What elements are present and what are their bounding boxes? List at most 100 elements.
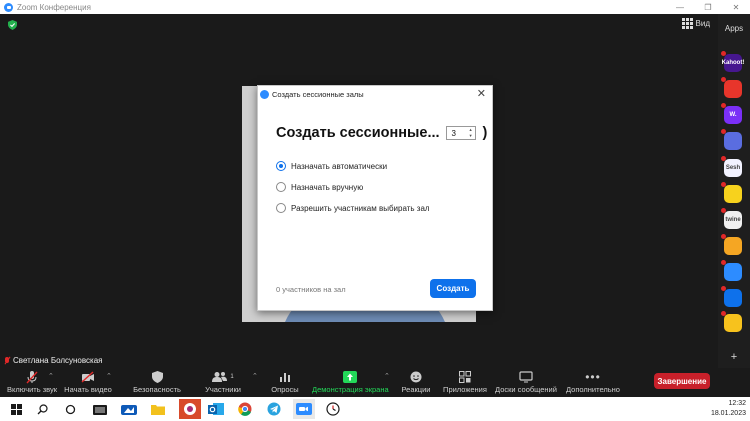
apps-toolbar-button[interactable]: Приложения <box>440 370 490 394</box>
notification-dot-icon <box>721 260 726 265</box>
share-screen-icon <box>343 371 357 383</box>
whiteboard-icon <box>519 371 533 383</box>
notification-dot-icon <box>721 51 726 56</box>
reactions-label: Реакции <box>401 385 431 394</box>
audio-options-chevron-up-icon[interactable]: ⌃ <box>48 372 54 380</box>
photos-app-icon[interactable] <box>121 401 137 417</box>
view-label: Вид <box>695 19 710 28</box>
radio-auto-assign[interactable] <box>276 161 286 171</box>
window-controls: — ❐ ✕ <box>666 0 750 14</box>
yandex-music-icon[interactable] <box>179 399 201 419</box>
taskbar-search-icon[interactable] <box>34 401 50 417</box>
telegram-icon[interactable] <box>266 401 282 417</box>
view-button[interactable]: Вид <box>681 18 710 29</box>
windows-taskbar: 12:32 18.01.2023 <box>0 397 750 421</box>
start-video-label: Начать видео <box>64 385 112 394</box>
share-screen-label: Демонстрация экрана <box>312 385 389 394</box>
whiteboards-button[interactable]: Доски сообщений <box>494 370 558 394</box>
notification-dot-icon <box>721 182 726 187</box>
end-meeting-button[interactable]: Завершение <box>654 373 710 389</box>
shield-check-icon[interactable] <box>8 20 17 30</box>
app-label: twine <box>725 217 741 223</box>
option-manual-assign-label: Назначать вручную <box>291 182 364 192</box>
create-rooms-button[interactable]: Создать <box>430 279 476 298</box>
app-grid-app-icon[interactable] <box>721 234 742 255</box>
dialog-close-icon[interactable]: ✕ <box>477 88 486 100</box>
option-self-select[interactable]: Разрешить участникам выбирать зал <box>276 203 430 213</box>
security-shield-icon <box>151 371 163 383</box>
more-button[interactable]: ••• Дополнительно <box>564 370 622 394</box>
add-app-icon[interactable]: + <box>718 351 750 363</box>
participants-button[interactable]: 1 Участники <box>200 370 246 394</box>
app-label: Sesh <box>725 165 741 171</box>
security-button[interactable]: Безопасность <box>131 370 183 394</box>
participants-icon <box>212 372 228 382</box>
windows-start-icon[interactable] <box>8 401 24 417</box>
app-wooclap-icon[interactable]: W. <box>721 103 742 124</box>
task-view-icon[interactable] <box>62 401 78 417</box>
clock-date: 18.01.2023 <box>710 410 746 417</box>
meeting-toolbar: Включить звук ⌃ Начать видео ⌃ Безопасно… <box>0 368 750 397</box>
app-yellow-app-icon[interactable] <box>721 311 742 332</box>
speaker-name-tag: Светлана Болсуновская <box>4 356 103 365</box>
notification-dot-icon <box>721 77 726 82</box>
app-twine-icon[interactable]: twine <box>721 208 742 229</box>
close-window-icon[interactable]: ✕ <box>722 0 750 14</box>
dialog-titlebar: Создать сессионные залы <box>258 86 494 102</box>
zoom-taskbar-icon[interactable] <box>293 399 315 419</box>
outlook-icon[interactable] <box>208 401 224 417</box>
dialog-title: Создать сессионные залы <box>272 89 364 99</box>
room-count-stepper[interactable]: 3 ▲ ▼ <box>445 126 476 140</box>
apps-grid-icon <box>459 371 471 383</box>
heading-paren: ) <box>482 125 488 141</box>
share-options-chevron-up-icon[interactable]: ⌃ <box>384 372 390 380</box>
unmute-label: Включить звук <box>6 385 58 394</box>
participants-chevron-up-icon[interactable]: ⌃ <box>252 372 258 380</box>
app-sesh-icon[interactable]: Sesh <box>721 156 742 177</box>
taskbar-clock[interactable]: 12:32 18.01.2023 <box>711 399 746 419</box>
apps-toolbar-label: Приложения <box>443 385 487 394</box>
clock-app-icon[interactable] <box>325 401 341 417</box>
more-label: Дополнительно <box>566 385 620 394</box>
participants-count: 1 <box>230 374 234 380</box>
notification-dot-icon <box>721 286 726 291</box>
folder-icon[interactable] <box>150 401 166 417</box>
polls-button[interactable]: Опросы <box>266 370 304 394</box>
window-titlebar: Zoom Конференция — ❐ ✕ <box>0 0 750 14</box>
option-manual-assign[interactable]: Назначать вручную <box>276 182 363 192</box>
more-dots-icon: ••• <box>585 370 601 384</box>
room-count-value: 3 <box>451 128 456 138</box>
file-explorer-icon[interactable] <box>92 401 108 417</box>
zoom-logo-icon <box>4 2 13 12</box>
app-red-app-icon[interactable] <box>721 77 742 98</box>
speaker-name: Светлана Болсуновская <box>13 356 103 365</box>
app-kahoot-icon[interactable]: Kahoot! <box>721 51 745 72</box>
app-sync-app-icon[interactable] <box>721 260 742 281</box>
chrome-icon[interactable] <box>237 401 253 417</box>
apps-label[interactable]: Apps <box>718 24 750 33</box>
reactions-button[interactable]: Реакции <box>398 370 434 394</box>
app-label: Kahoot! <box>721 60 745 66</box>
radio-manual-assign[interactable] <box>276 182 286 192</box>
notification-dot-icon <box>721 129 726 134</box>
radio-self-select[interactable] <box>276 203 286 213</box>
app-label: W. <box>729 112 737 118</box>
clock-time: 12:32 <box>728 400 746 407</box>
security-label: Безопасность <box>133 385 181 394</box>
whiteboards-label: Доски сообщений <box>495 385 557 394</box>
dialog-heading-text: Создать сессионные... <box>276 125 440 141</box>
restore-icon[interactable]: ❐ <box>694 0 722 14</box>
option-auto-assign[interactable]: Назначать автоматически <box>276 161 387 171</box>
share-screen-button[interactable]: Демонстрация экрана <box>312 370 389 394</box>
dialog-heading: Создать сессионные... 3 ▲ ▼ ) <box>276 125 487 141</box>
app-smiley-icon[interactable] <box>721 182 742 203</box>
minimize-icon[interactable]: — <box>666 0 694 14</box>
notification-dot-icon <box>721 208 726 213</box>
app-circle-app-icon[interactable] <box>721 129 742 150</box>
mic-muted-icon <box>4 356 10 365</box>
stepper-arrows-icon[interactable]: ▲ ▼ <box>469 127 473 139</box>
polls-label: Опросы <box>271 385 299 394</box>
video-options-chevron-up-icon[interactable]: ⌃ <box>106 372 112 380</box>
notification-dot-icon <box>721 156 726 161</box>
app-blue-app-icon[interactable] <box>721 286 742 307</box>
